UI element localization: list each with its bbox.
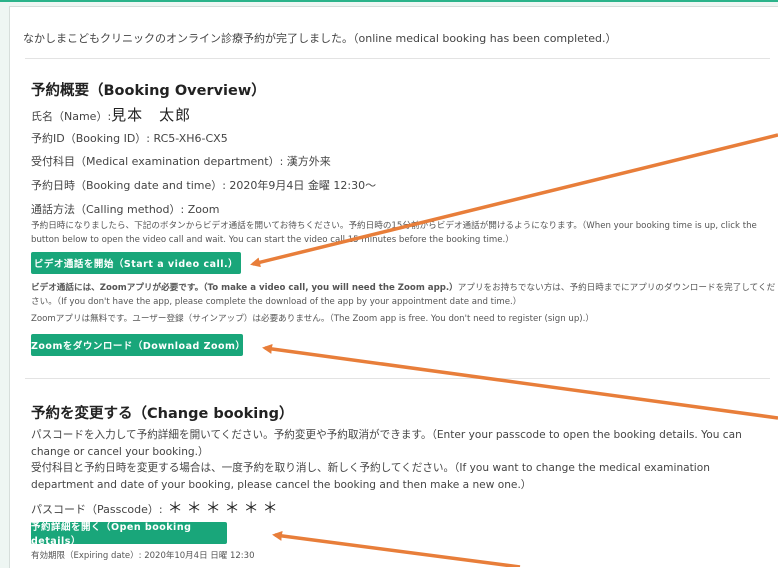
zoom-required-note: ビデオ通話には、Zoomアプリが必要です。（To make a video ca… — [31, 281, 776, 309]
divider-middle — [25, 378, 770, 379]
start-video-call-button[interactable]: ビデオ通話を開始（Start a video call.） — [31, 252, 241, 274]
booking-id: 予約ID（Booking ID）: RC5-XH6-CX5 — [31, 132, 228, 145]
passcode-label: パスコード（Passcode）: — [31, 503, 163, 516]
passcode-row: パスコード（Passcode）: ＊＊＊＊＊＊ — [31, 497, 282, 518]
change-heading: 予約を変更する（Change booking） — [31, 406, 294, 422]
passcode-value: ＊＊＊＊＊＊ — [167, 499, 282, 517]
change-department-note: 受付科目と予約日時を変更する場合は、一度予約を取り消し、新しく予約してください。… — [31, 462, 710, 491]
expiring-date: 有効期限（Expiring date）: 2020年10月4日 日曜 12:30 — [31, 551, 255, 561]
top-accent-line — [0, 0, 778, 2]
divider-top — [25, 58, 770, 59]
name-value: 見本 太郎 — [111, 106, 192, 124]
change-instructions: パスコードを入力して予約詳細を開いてください。予約変更や予約取消ができます。（E… — [31, 429, 742, 458]
name-row: 氏名（Name）:見本 太郎 — [31, 104, 191, 125]
overview-heading: 予約概要（Booking Overview） — [31, 83, 266, 99]
completed-message: なかしまこどもクリニックのオンライン診療予約が完了しました。（online me… — [23, 32, 617, 45]
zoom-free-note: Zoomアプリは無料です。ユーザー登録（サインアップ）は必要ありません。（The… — [31, 314, 594, 324]
video-call-note: 予約日時になりましたら、下記のボタンからビデオ通話を開いてお待ちください。予約日… — [31, 221, 757, 245]
booking-datetime: 予約日時（Booking date and time）: 2020年9月4日 金… — [31, 179, 377, 192]
calling-method: 通話方法（Calling method）: Zoom — [31, 203, 220, 216]
zoom-required-bold: ビデオ通話には、Zoomアプリが必要です。（To make a video ca… — [31, 283, 458, 293]
department: 受付科目（Medical examination department）: 漢方… — [31, 155, 331, 168]
name-label: 氏名（Name）: — [31, 110, 112, 123]
open-booking-details-button[interactable]: 予約詳細を開く（Open booking details） — [31, 522, 227, 547]
download-zoom-button[interactable]: Zoomをダウンロード（Download Zoom） — [31, 334, 245, 356]
